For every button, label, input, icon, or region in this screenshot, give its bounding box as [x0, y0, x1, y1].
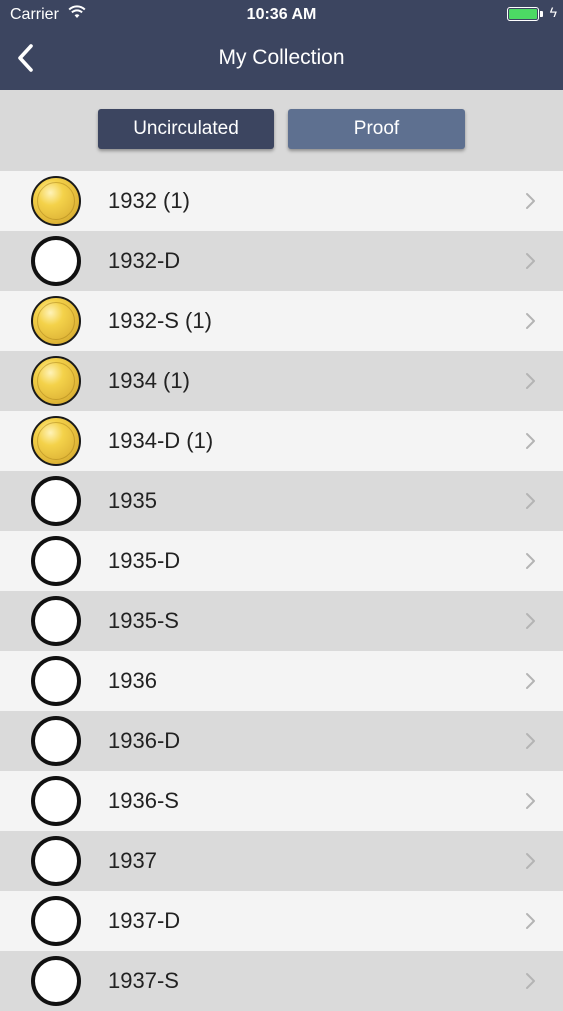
- list-item-label: 1935-S: [108, 608, 179, 633]
- list-item-label: 1934 (1): [108, 368, 190, 393]
- empty-coin-icon: [31, 716, 81, 766]
- list-item[interactable]: 1934-D (1): [0, 411, 563, 471]
- clock: 10:36 AM: [246, 6, 317, 23]
- segment-control-bar: Uncirculated Proof: [0, 90, 563, 171]
- list-item[interactable]: 1937: [0, 831, 563, 891]
- list-item-label: 1934-D (1): [108, 428, 214, 453]
- empty-coin-icon: [31, 776, 81, 826]
- list-item[interactable]: 1937-D: [0, 891, 563, 951]
- gold-coin-icon: [31, 176, 81, 226]
- chevron-right-icon: [526, 433, 535, 449]
- list-item-label: 1935: [108, 488, 157, 513]
- chevron-right-icon: [526, 613, 535, 629]
- list-item-label: 1936-S: [108, 788, 179, 813]
- chevron-right-icon: [526, 193, 535, 209]
- charging-bolt-icon: ϟ: [549, 4, 557, 20]
- list-item[interactable]: 1936-S: [0, 771, 563, 831]
- tab-proof[interactable]: Proof: [288, 109, 465, 149]
- page-title: My Collection: [218, 46, 345, 69]
- list-item[interactable]: 1936: [0, 651, 563, 711]
- empty-coin-icon: [31, 536, 81, 586]
- battery-tip: [540, 11, 543, 17]
- list-item[interactable]: 1932-D: [0, 231, 563, 291]
- chevron-right-icon: [526, 853, 535, 869]
- gold-coin-icon: [31, 416, 81, 466]
- empty-coin-icon: [31, 596, 81, 646]
- chevron-right-icon: [526, 553, 535, 569]
- empty-coin-icon: [31, 656, 81, 706]
- chevron-right-icon: [526, 373, 535, 389]
- chevron-right-icon: [526, 493, 535, 509]
- list-item[interactable]: 1934 (1): [0, 351, 563, 411]
- status-bar: Carrier 10:36 AM ϟ: [0, 0, 563, 30]
- navigation-bar: Carrier 10:36 AM ϟ My Collection: [0, 0, 563, 90]
- list-item-label: 1937: [108, 848, 157, 873]
- list-item[interactable]: 1932 (1): [0, 171, 563, 231]
- chevron-right-icon: [526, 253, 535, 269]
- list-item[interactable]: 1935-S: [0, 591, 563, 651]
- list-item-label: 1932 (1): [108, 188, 190, 213]
- list-item-label: 1936-D: [108, 728, 181, 753]
- gold-coin-icon: [31, 296, 81, 346]
- empty-coin-icon: [31, 956, 81, 1006]
- chevron-right-icon: [526, 973, 535, 989]
- chevron-right-icon: [526, 913, 535, 929]
- list-item[interactable]: 1935: [0, 471, 563, 531]
- chevron-right-icon: [526, 313, 535, 329]
- list-item[interactable]: 1936-D: [0, 711, 563, 771]
- list-item[interactable]: 1935-D: [0, 531, 563, 591]
- list-item-label: 1937-S: [108, 968, 179, 993]
- gold-coin-icon: [31, 356, 81, 406]
- chevron-right-icon: [526, 733, 535, 749]
- empty-coin-icon: [31, 896, 81, 946]
- empty-coin-icon: [31, 836, 81, 886]
- chevron-right-icon: [526, 673, 535, 689]
- list-item[interactable]: 1937-S: [0, 951, 563, 1011]
- battery-icon: [507, 7, 539, 21]
- list-item[interactable]: 1932-S (1): [0, 291, 563, 351]
- list-item-label: 1935-D: [108, 548, 181, 573]
- coin-list: 1932 (1) 1932-D 1932-S (1) 1934 (1) 1934-D (…: [0, 171, 563, 1011]
- empty-coin-icon: [31, 476, 81, 526]
- empty-coin-icon: [31, 236, 81, 286]
- tab-uncirculated[interactable]: Uncirculated: [98, 109, 274, 149]
- list-item-label: 1932-D: [108, 248, 181, 273]
- list-item-label: 1937-D: [108, 908, 181, 933]
- list-item-label: 1936: [108, 668, 157, 693]
- chevron-right-icon: [526, 793, 535, 809]
- list-item-label: 1932-S (1): [108, 308, 212, 333]
